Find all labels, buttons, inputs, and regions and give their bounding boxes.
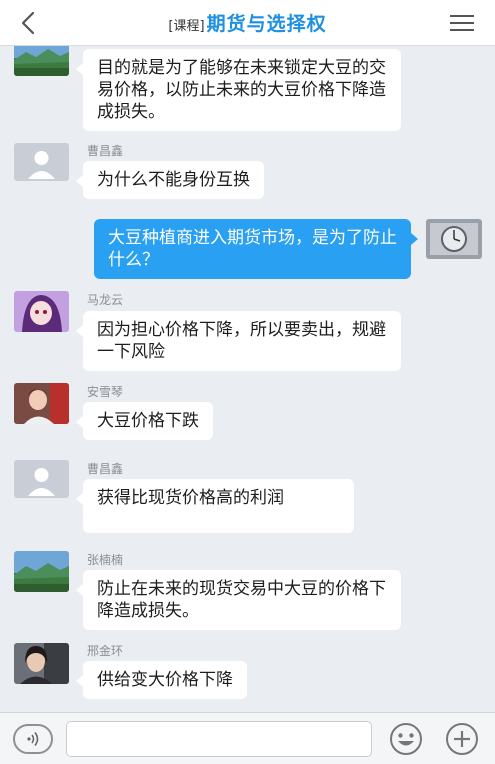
message-text: 大豆种植商进入期货市场，是为了防止什么？ [108,228,397,270]
emoji-button[interactable] [387,721,425,757]
chevron-left-icon [21,11,35,35]
back-button[interactable] [12,6,46,40]
message-text: 目的就是为了能够在未来锁定大豆的交易价格，以防止未来的大豆价格下降造成损失。 [97,58,386,122]
hamburger-menu-icon [450,15,474,31]
header-bar: [课程] 期货与选择权 [0,0,495,46]
message-text: 获得比现货价格高的利润 [97,488,284,508]
anime-avatar[interactable] [14,291,69,332]
message-text: 因为担心价格下降，所以要卖出，规避一下风险 [97,320,386,362]
course-tag: [课程] [168,19,205,34]
voice-icon [27,732,39,746]
sender-name: 邢金环 [87,644,124,658]
message-text: 为什么不能身份互换 [97,170,250,190]
input-bar [0,712,495,764]
watch-avatar[interactable] [426,219,482,259]
message-text: 供给变大价格下降 [97,670,233,690]
message-bubble: 供给变大价格下降 [76,661,247,699]
sender-name: 曹昌鑫 [87,144,124,158]
message-bubble: 因为担心价格下降，所以要卖出，规避一下风险 [76,311,401,371]
message-input[interactable] [66,721,372,757]
plus-circle-icon [446,723,478,755]
message-bubble: 防止在未来的现货交易中大豆的价格下降造成损失。 [76,570,401,630]
add-button[interactable] [442,721,482,757]
sender-name: 张楠楠 [87,553,124,567]
message-bubble: 大豆价格下跌 [76,402,213,440]
chat-message-list[interactable]: 目的就是为了能够在未来锁定大豆的交易价格，以防止未来的大豆价格下降造成损失。 曹… [0,46,495,712]
message-bubble-self: 大豆种植商进入期货市场，是为了防止什么？ [94,219,418,279]
emoji-icon [390,723,422,755]
photo-avatar[interactable] [14,643,69,684]
default-user-avatar[interactable] [14,143,69,181]
message-text: 防止在未来的现货交易中大豆的价格下降造成损失。 [97,579,386,621]
course-title: 期货与选择权 [206,13,327,35]
menu-button[interactable] [447,8,477,38]
message-bubble: 为什么不能身份互换 [76,161,264,199]
message-bubble: 获得比现货价格高的利润 [76,479,354,533]
sender-name: 安雪琴 [87,385,124,399]
message-bubble: 目的就是为了能够在未来锁定大豆的交易价格，以防止未来的大豆价格下降造成损失。 [76,49,401,131]
sender-name: 马龙云 [87,293,124,307]
landscape-avatar[interactable] [14,551,69,592]
sender-name: 曹昌鑫 [87,462,124,476]
default-user-avatar[interactable] [14,460,69,498]
landscape-avatar[interactable] [14,46,69,76]
message-text: 大豆价格下跌 [97,411,199,431]
page-title: [课程] 期货与选择权 [168,9,326,36]
person-avatar[interactable] [14,383,69,424]
voice-button[interactable] [13,724,53,754]
